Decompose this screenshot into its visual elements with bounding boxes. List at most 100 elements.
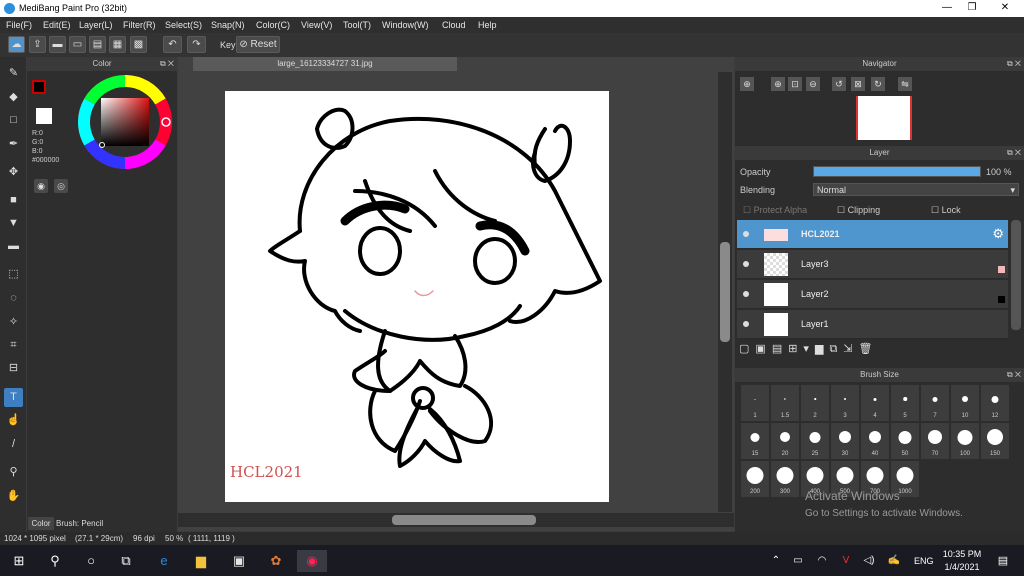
rotate-right-icon[interactable]: ↻: [871, 77, 885, 91]
chevron-up-icon[interactable]: ⌃: [765, 550, 787, 572]
grid-icon[interactable]: ▩: [130, 36, 147, 53]
hand-tool-icon[interactable]: ✋: [4, 487, 23, 506]
move-tool-icon[interactable]: ✥: [4, 163, 23, 182]
task-view-icon[interactable]: ⧉: [115, 550, 137, 572]
rect-tool-icon[interactable]: □: [4, 111, 23, 130]
opacity-slider[interactable]: [813, 166, 981, 177]
wifi-icon[interactable]: ◠: [811, 550, 833, 572]
new-layer-2-icon[interactable]: ▣: [755, 343, 771, 355]
brush-size-option[interactable]: 1.5: [771, 385, 799, 421]
menu-window[interactable]: Window(W): [382, 20, 429, 30]
language-indicator[interactable]: ENG: [914, 556, 934, 566]
layer-row[interactable]: HCL2021 ⚙: [737, 220, 1008, 249]
brush-size-option[interactable]: 5: [891, 385, 919, 421]
background-color-swatch[interactable]: [36, 108, 52, 124]
brush-size-option[interactable]: 12: [981, 385, 1009, 421]
eyedropper-icon[interactable]: ⚲: [4, 463, 23, 482]
clock[interactable]: 10:35 PM 1/4/2021: [942, 549, 982, 572]
palette-icon[interactable]: ◉: [34, 179, 48, 193]
reset-button[interactable]: ⊘ Reset: [236, 36, 280, 53]
select-rect-icon[interactable]: ⬚: [4, 265, 23, 284]
windows-start-icon[interactable]: ⊞: [8, 550, 30, 572]
tab-color[interactable]: Color: [28, 517, 54, 530]
horizontal-scrollbar[interactable]: [178, 513, 734, 527]
text-tool-icon[interactable]: T: [4, 388, 23, 407]
divide-tool-icon[interactable]: /: [4, 435, 23, 454]
brush-size-option[interactable]: 20: [771, 423, 799, 459]
merge-icon[interactable]: ⇲: [843, 343, 858, 355]
search-icon[interactable]: ⚲: [44, 550, 66, 572]
add-layer-dropdown-icon[interactable]: ⊞▾: [788, 343, 815, 355]
brush-size-option[interactable]: 150: [981, 423, 1009, 459]
visibility-icon[interactable]: [743, 261, 749, 267]
panel-icon[interactable]: ▦: [109, 36, 126, 53]
brush-size-option[interactable]: 40: [861, 423, 889, 459]
menu-help[interactable]: Help: [478, 20, 497, 30]
menu-cloud[interactable]: Cloud: [442, 20, 466, 30]
select-pen-icon[interactable]: ⌗: [4, 336, 23, 355]
vertical-scroll-thumb[interactable]: [720, 242, 730, 342]
cloud-icon[interactable]: ☁: [8, 36, 25, 53]
new-layer-icon[interactable]: ▢: [739, 343, 755, 355]
lasso-icon[interactable]: ◌: [4, 289, 23, 308]
navigator-close-icon[interactable]: ⧉ ✕: [1007, 57, 1021, 71]
tab-brush[interactable]: Brush: Pencil: [56, 517, 106, 530]
zoom-plus-icon[interactable]: ⊕: [771, 77, 785, 91]
bucket-icon[interactable]: ▼: [4, 214, 23, 233]
medibang-taskbar-icon[interactable]: ◉: [297, 550, 327, 572]
duplicate-icon[interactable]: ⧉: [829, 343, 843, 355]
menu-color[interactable]: Color(C): [256, 20, 290, 30]
document-tab[interactable]: large_16123334727 31.jpg: [193, 57, 457, 71]
brush-size-option[interactable]: 30: [831, 423, 859, 459]
menu-layer[interactable]: Layer(L): [79, 20, 113, 30]
layer-row[interactable]: Layer2: [737, 280, 1008, 309]
antivirus-icon[interactable]: V: [835, 550, 857, 572]
notification-icon[interactable]: ▤: [992, 550, 1014, 572]
comment-icon[interactable]: ▬: [49, 36, 66, 53]
folder-icon[interactable]: ▆: [815, 343, 829, 355]
rotate-reset-icon[interactable]: ⊠: [851, 77, 865, 91]
battery-icon[interactable]: ▭: [787, 550, 809, 572]
menu-select[interactable]: Select(S): [165, 20, 202, 30]
canvas-paper[interactable]: HCL2021: [225, 91, 609, 502]
brush-size-option[interactable]: 200: [741, 461, 769, 497]
visibility-icon[interactable]: [743, 291, 749, 297]
brush-size-option[interactable]: 100: [951, 423, 979, 459]
eraser-tool-icon[interactable]: ◆: [4, 88, 23, 107]
brush-size-option[interactable]: 50: [891, 423, 919, 459]
select-eraser-icon[interactable]: ⊟: [4, 359, 23, 378]
maximize-button[interactable]: ❐: [955, 0, 989, 17]
panel-close-icon[interactable]: ⧉ ✕: [160, 57, 174, 71]
close-button[interactable]: ✕: [988, 0, 1022, 17]
paint-app-icon[interactable]: ✿: [265, 550, 287, 572]
menu-snap[interactable]: Snap(N): [211, 20, 245, 30]
layer-row[interactable]: Layer3: [737, 250, 1008, 279]
brush-size-close-icon[interactable]: ⧉ ✕: [1007, 368, 1021, 382]
brush-tool-icon[interactable]: ✎: [4, 64, 23, 83]
share-icon[interactable]: ⇪: [29, 36, 46, 53]
file-explorer-icon[interactable]: ▆: [190, 550, 212, 572]
operation-tool-icon[interactable]: ☝: [4, 411, 23, 430]
blending-select[interactable]: Normal ▾: [813, 183, 1019, 196]
flip-icon[interactable]: ⇋: [898, 77, 912, 91]
brush-size-option[interactable]: 1: [741, 385, 769, 421]
visibility-icon[interactable]: [743, 321, 749, 327]
magic-wand-icon[interactable]: ✧: [4, 313, 23, 332]
pen-icon[interactable]: ✍: [883, 550, 905, 572]
zoom-out-icon[interactable]: ⊖: [806, 77, 820, 91]
rotate-left-icon[interactable]: ↺: [832, 77, 846, 91]
clipping-checkbox[interactable]: ☐ Clipping: [837, 205, 880, 216]
pen-tool-icon[interactable]: ✒: [4, 135, 23, 154]
menu-view[interactable]: View(V): [301, 20, 332, 30]
new-layer-3-icon[interactable]: ▤: [772, 343, 788, 355]
menu-tool[interactable]: Tool(T): [343, 20, 371, 30]
redo-icon[interactable]: ↷: [187, 36, 206, 53]
brush-size-option[interactable]: 15: [741, 423, 769, 459]
visibility-icon[interactable]: [743, 231, 749, 237]
brush-size-option[interactable]: 2: [801, 385, 829, 421]
volume-icon[interactable]: ◁): [858, 550, 880, 572]
palette-add-icon[interactable]: ◎: [54, 179, 68, 193]
color-wheel[interactable]: [77, 74, 173, 170]
protect-alpha-checkbox[interactable]: ☐ Protect Alpha: [743, 205, 807, 216]
layer-close-icon[interactable]: ⧉ ✕: [1007, 146, 1021, 160]
